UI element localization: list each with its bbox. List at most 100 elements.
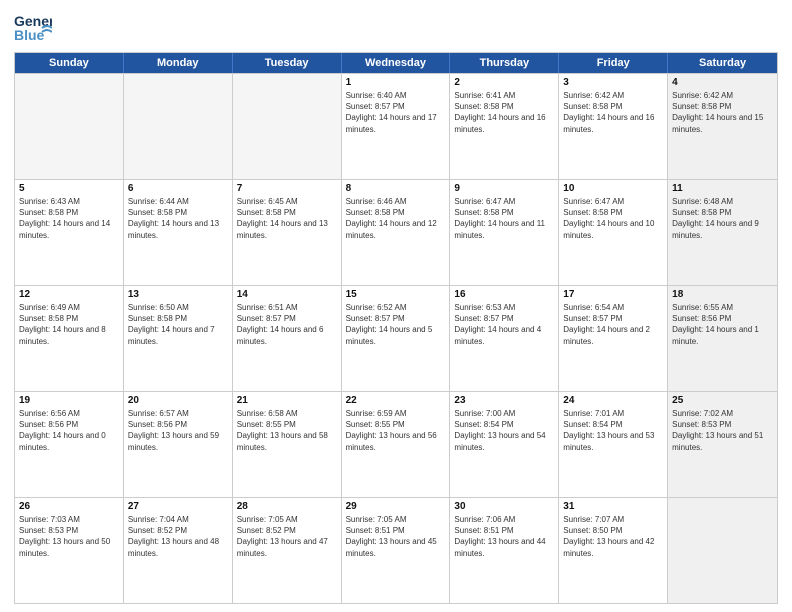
calendar-day-1: 1 Sunrise: 6:40 AM Sunset: 8:57 PM Daylig… bbox=[342, 74, 451, 179]
calendar-day-16: 16 Sunrise: 6:53 AM Sunset: 8:57 PM Dayli… bbox=[450, 286, 559, 391]
page: General Blue SundayMondayTuesdayWednesda… bbox=[0, 0, 792, 612]
calendar-day-5: 5 Sunrise: 6:43 AM Sunset: 8:58 PM Daylig… bbox=[15, 180, 124, 285]
calendar-row-2: 12 Sunrise: 6:49 AM Sunset: 8:58 PM Dayli… bbox=[15, 285, 777, 391]
day-info: Sunrise: 7:06 AM Sunset: 8:51 PM Dayligh… bbox=[454, 514, 554, 559]
day-number: 12 bbox=[19, 289, 119, 300]
day-info: Sunrise: 7:00 AM Sunset: 8:54 PM Dayligh… bbox=[454, 408, 554, 453]
day-number: 22 bbox=[346, 395, 446, 406]
day-number: 10 bbox=[563, 183, 663, 194]
day-info: Sunrise: 6:58 AM Sunset: 8:55 PM Dayligh… bbox=[237, 408, 337, 453]
day-info: Sunrise: 6:40 AM Sunset: 8:57 PM Dayligh… bbox=[346, 90, 446, 135]
day-number: 24 bbox=[563, 395, 663, 406]
calendar-row-4: 26 Sunrise: 7:03 AM Sunset: 8:53 PM Dayli… bbox=[15, 497, 777, 603]
day-number: 20 bbox=[128, 395, 228, 406]
calendar-day-10: 10 Sunrise: 6:47 AM Sunset: 8:58 PM Dayli… bbox=[559, 180, 668, 285]
day-number: 16 bbox=[454, 289, 554, 300]
calendar-header: SundayMondayTuesdayWednesdayThursdayFrid… bbox=[15, 53, 777, 73]
day-number: 1 bbox=[346, 77, 446, 88]
calendar-day-24: 24 Sunrise: 7:01 AM Sunset: 8:54 PM Dayli… bbox=[559, 392, 668, 497]
day-number: 23 bbox=[454, 395, 554, 406]
calendar-day-2: 2 Sunrise: 6:41 AM Sunset: 8:58 PM Daylig… bbox=[450, 74, 559, 179]
day-info: Sunrise: 6:47 AM Sunset: 8:58 PM Dayligh… bbox=[454, 196, 554, 241]
calendar-day-23: 23 Sunrise: 7:00 AM Sunset: 8:54 PM Dayli… bbox=[450, 392, 559, 497]
calendar-day-29: 29 Sunrise: 7:05 AM Sunset: 8:51 PM Dayli… bbox=[342, 498, 451, 603]
day-info: Sunrise: 6:52 AM Sunset: 8:57 PM Dayligh… bbox=[346, 302, 446, 347]
day-info: Sunrise: 7:03 AM Sunset: 8:53 PM Dayligh… bbox=[19, 514, 119, 559]
svg-text:Blue: Blue bbox=[14, 27, 45, 43]
calendar-day-8: 8 Sunrise: 6:46 AM Sunset: 8:58 PM Daylig… bbox=[342, 180, 451, 285]
day-info: Sunrise: 6:51 AM Sunset: 8:57 PM Dayligh… bbox=[237, 302, 337, 347]
calendar-body: 1 Sunrise: 6:40 AM Sunset: 8:57 PM Daylig… bbox=[15, 73, 777, 603]
day-info: Sunrise: 7:05 AM Sunset: 8:51 PM Dayligh… bbox=[346, 514, 446, 559]
weekday-header-sunday: Sunday bbox=[15, 53, 124, 73]
day-number: 30 bbox=[454, 501, 554, 512]
weekday-header-saturday: Saturday bbox=[668, 53, 777, 73]
calendar-row-0: 1 Sunrise: 6:40 AM Sunset: 8:57 PM Daylig… bbox=[15, 73, 777, 179]
day-info: Sunrise: 6:43 AM Sunset: 8:58 PM Dayligh… bbox=[19, 196, 119, 241]
day-info: Sunrise: 7:02 AM Sunset: 8:53 PM Dayligh… bbox=[672, 408, 773, 453]
calendar-day-27: 27 Sunrise: 7:04 AM Sunset: 8:52 PM Dayli… bbox=[124, 498, 233, 603]
calendar-day-20: 20Sunrise: 6:57 AM Sunset: 8:56 PM Dayli… bbox=[124, 392, 233, 497]
calendar-day-18: 18 Sunrise: 6:55 AM Sunset: 8:56 PM Dayli… bbox=[668, 286, 777, 391]
calendar-day-28: 28 Sunrise: 7:05 AM Sunset: 8:52 PM Dayli… bbox=[233, 498, 342, 603]
day-number: 15 bbox=[346, 289, 446, 300]
day-number: 5 bbox=[19, 183, 119, 194]
calendar: SundayMondayTuesdayWednesdayThursdayFrid… bbox=[14, 52, 778, 604]
calendar-day-19: 19Sunrise: 6:56 AM Sunset: 8:56 PM Dayli… bbox=[15, 392, 124, 497]
weekday-header-tuesday: Tuesday bbox=[233, 53, 342, 73]
calendar-day-25: 25 Sunrise: 7:02 AM Sunset: 8:53 PM Dayli… bbox=[668, 392, 777, 497]
day-number: 26 bbox=[19, 501, 119, 512]
day-info: Sunrise: 6:59 AM Sunset: 8:55 PM Dayligh… bbox=[346, 408, 446, 453]
day-info: Sunrise: 7:01 AM Sunset: 8:54 PM Dayligh… bbox=[563, 408, 663, 453]
day-info: Sunrise: 7:05 AM Sunset: 8:52 PM Dayligh… bbox=[237, 514, 337, 559]
day-info: Sunrise: 6:42 AM Sunset: 8:58 PM Dayligh… bbox=[672, 90, 773, 135]
day-info: Sunrise: 6:44 AM Sunset: 8:58 PM Dayligh… bbox=[128, 196, 228, 241]
calendar-day-3: 3 Sunrise: 6:42 AM Sunset: 8:58 PM Daylig… bbox=[559, 74, 668, 179]
calendar-day-17: 17 Sunrise: 6:54 AM Sunset: 8:57 PM Dayli… bbox=[559, 286, 668, 391]
day-number: 27 bbox=[128, 501, 228, 512]
day-info: Sunrise: 6:55 AM Sunset: 8:56 PM Dayligh… bbox=[672, 302, 773, 347]
day-info: Sunrise: 6:56 AM Sunset: 8:56 PM Dayligh… bbox=[19, 408, 119, 453]
day-number: 11 bbox=[672, 183, 773, 194]
day-number: 25 bbox=[672, 395, 773, 406]
day-info: Sunrise: 6:46 AM Sunset: 8:58 PM Dayligh… bbox=[346, 196, 446, 241]
day-info: Sunrise: 6:54 AM Sunset: 8:57 PM Dayligh… bbox=[563, 302, 663, 347]
calendar-day-13: 13Sunrise: 6:50 AM Sunset: 8:58 PM Dayli… bbox=[124, 286, 233, 391]
day-number: 8 bbox=[346, 183, 446, 194]
day-info: Sunrise: 7:04 AM Sunset: 8:52 PM Dayligh… bbox=[128, 514, 228, 559]
day-info: Sunrise: 6:53 AM Sunset: 8:57 PM Dayligh… bbox=[454, 302, 554, 347]
calendar-empty-cell bbox=[15, 74, 124, 179]
weekday-header-monday: Monday bbox=[124, 53, 233, 73]
day-number: 6 bbox=[128, 183, 228, 194]
calendar-day-15: 15 Sunrise: 6:52 AM Sunset: 8:57 PM Dayli… bbox=[342, 286, 451, 391]
calendar-empty-cell bbox=[668, 498, 777, 603]
day-number: 28 bbox=[237, 501, 337, 512]
day-info: Sunrise: 7:07 AM Sunset: 8:50 PM Dayligh… bbox=[563, 514, 663, 559]
day-number: 17 bbox=[563, 289, 663, 300]
calendar-day-21: 21 Sunrise: 6:58 AM Sunset: 8:55 PM Dayli… bbox=[233, 392, 342, 497]
calendar-day-7: 7Sunrise: 6:45 AM Sunset: 8:58 PM Daylig… bbox=[233, 180, 342, 285]
day-number: 4 bbox=[672, 77, 773, 88]
calendar-empty-cell bbox=[124, 74, 233, 179]
day-info: Sunrise: 6:41 AM Sunset: 8:58 PM Dayligh… bbox=[454, 90, 554, 135]
weekday-header-wednesday: Wednesday bbox=[342, 53, 451, 73]
day-number: 9 bbox=[454, 183, 554, 194]
day-number: 2 bbox=[454, 77, 554, 88]
calendar-day-30: 30 Sunrise: 7:06 AM Sunset: 8:51 PM Dayli… bbox=[450, 498, 559, 603]
day-number: 31 bbox=[563, 501, 663, 512]
day-number: 21 bbox=[237, 395, 337, 406]
calendar-day-31: 31 Sunrise: 7:07 AM Sunset: 8:50 PM Dayli… bbox=[559, 498, 668, 603]
calendar-day-22: 22 Sunrise: 6:59 AM Sunset: 8:55 PM Dayli… bbox=[342, 392, 451, 497]
calendar-day-12: 12 Sunrise: 6:49 AM Sunset: 8:58 PM Dayli… bbox=[15, 286, 124, 391]
day-info: Sunrise: 6:45 AM Sunset: 8:58 PM Dayligh… bbox=[237, 196, 337, 241]
day-number: 14 bbox=[237, 289, 337, 300]
day-number: 3 bbox=[563, 77, 663, 88]
day-info: Sunrise: 6:47 AM Sunset: 8:58 PM Dayligh… bbox=[563, 196, 663, 241]
calendar-day-14: 14 Sunrise: 6:51 AM Sunset: 8:57 PM Dayli… bbox=[233, 286, 342, 391]
day-number: 18 bbox=[672, 289, 773, 300]
day-number: 29 bbox=[346, 501, 446, 512]
day-info: Sunrise: 6:42 AM Sunset: 8:58 PM Dayligh… bbox=[563, 90, 663, 135]
logo-icon: General Blue bbox=[14, 10, 52, 46]
calendar-day-11: 11Sunrise: 6:48 AM Sunset: 8:58 PM Dayli… bbox=[668, 180, 777, 285]
day-info: Sunrise: 6:49 AM Sunset: 8:58 PM Dayligh… bbox=[19, 302, 119, 347]
